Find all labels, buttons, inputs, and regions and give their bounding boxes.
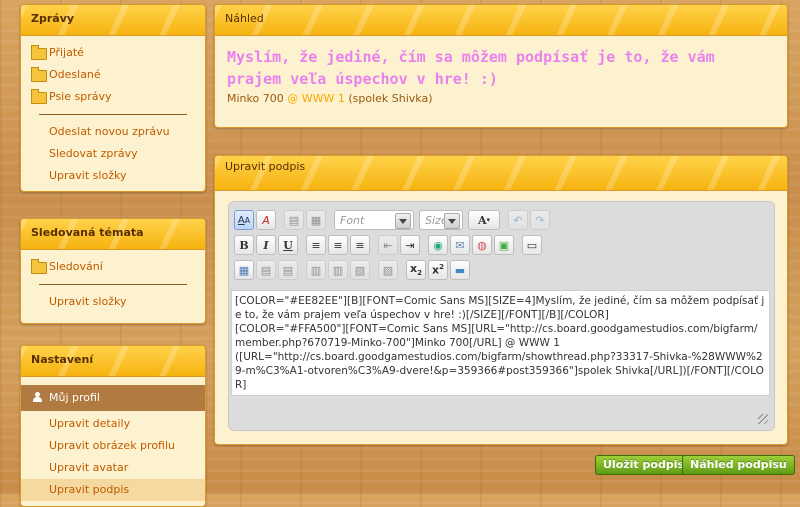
indent-icon[interactable]: ⇥ xyxy=(400,235,420,255)
at-sep: @ xyxy=(283,92,302,105)
edit-signature-link[interactable]: Upravit podpis xyxy=(21,479,205,501)
subscript-icon[interactable]: x2 xyxy=(406,260,426,280)
insert-row-icon[interactable]: ▤ xyxy=(256,260,276,280)
settings-panel: Nastavení Můj profil Upravit detaily Upr… xyxy=(20,345,206,507)
folder-label: Sledování xyxy=(49,260,103,273)
signature-bbcode-textarea[interactable]: [COLOR="#EE82EE"][B][FONT=Comic Sans MS]… xyxy=(231,290,770,396)
my-profile-section[interactable]: Můj profil xyxy=(21,385,205,411)
edit-avatar-link[interactable]: Upravit avatar xyxy=(21,457,205,479)
messages-panel-title: Zprávy xyxy=(21,5,205,36)
delete-row-icon[interactable]: ▤ xyxy=(278,260,298,280)
watched-topics-title: Sledovaná témata xyxy=(21,219,205,250)
unlink-icon[interactable]: ◍ xyxy=(472,235,492,255)
wysiwyg-editor: AA A ▤ ▦ Font Size A ▾ ↶ ↷ B I U ≡ ≡ ≡ ⇤… xyxy=(228,201,775,431)
edit-folders-link[interactable]: Upravit složky xyxy=(21,165,205,187)
world-text: WWW 1 xyxy=(301,92,345,105)
track-messages-link[interactable]: Sledovat zprávy xyxy=(21,143,205,165)
send-new-message-link[interactable]: Odeslat novou zprávu xyxy=(21,121,205,143)
resize-grip-icon[interactable] xyxy=(758,414,768,424)
undo-icon[interactable]: ↶ xyxy=(508,210,528,230)
folder-icon xyxy=(31,67,47,82)
toolbar-row-1: AA A ▤ ▦ Font Size A ▾ ↶ ↷ xyxy=(234,209,558,231)
underline-icon[interactable]: U xyxy=(278,235,298,255)
user-icon xyxy=(33,392,42,402)
image-icon[interactable]: ▣ xyxy=(494,235,514,255)
edit-watched-folders-link[interactable]: Upravit složky xyxy=(21,291,205,313)
watched-menu: Sledování xyxy=(21,250,205,278)
insert-col-icon[interactable]: ▥ xyxy=(306,260,326,280)
redo-icon[interactable]: ↷ xyxy=(530,210,550,230)
folder-sent[interactable]: Odeslané xyxy=(21,64,205,86)
preview-signature-button[interactable]: Náhled podpisu xyxy=(682,455,795,475)
save-signature-button[interactable]: Uložit podpis xyxy=(595,455,693,475)
preview-title: Náhled xyxy=(215,5,787,36)
divider xyxy=(39,284,187,285)
chevron-down-icon xyxy=(444,213,460,229)
folder-watching[interactable]: Sledování xyxy=(21,256,205,278)
chevron-down-icon xyxy=(395,213,411,229)
outdent-icon[interactable]: ⇤ xyxy=(378,235,398,255)
folder-psie[interactable]: Psie správy xyxy=(21,86,205,108)
delete-col-icon[interactable]: ▥ xyxy=(328,260,348,280)
messages-panel: Zprávy Přijaté Odeslané Psie správy Odes… xyxy=(20,4,206,192)
email-icon[interactable]: ✉ xyxy=(450,235,470,255)
preview-panel: Náhled Myslím, že jediné, čím sa môžem p… xyxy=(214,4,788,128)
messages-actions: Odeslat novou zprávu Sledovat zprávy Upr… xyxy=(21,121,205,193)
folder-label: Přijaté xyxy=(49,46,84,59)
folder-label: Odeslané xyxy=(49,68,101,81)
folder-label: Psie správy xyxy=(49,90,112,103)
font-dropdown[interactable]: Font xyxy=(334,210,414,230)
folder-icon xyxy=(31,259,47,274)
preview-author-line: Minko 700 @ WWW 1 (spolek Shivka) xyxy=(227,92,775,105)
guild-link[interactable]: (spolek Shivka) xyxy=(348,92,432,105)
italic-icon[interactable]: I xyxy=(256,235,276,255)
align-right-icon[interactable]: ≡ xyxy=(350,235,370,255)
merge-icon[interactable]: ▧ xyxy=(350,260,370,280)
edit-details-link[interactable]: Upravit detaily xyxy=(21,413,205,435)
split-icon[interactable]: ▨ xyxy=(378,260,398,280)
messages-menu: Přijaté Odeslané Psie správy xyxy=(21,36,205,114)
folder-icon xyxy=(31,89,47,104)
quote-icon[interactable]: ▭ xyxy=(522,235,542,255)
text-color-icon[interactable]: A ▾ xyxy=(468,210,500,230)
folder-icon xyxy=(31,45,47,60)
watched-topics-panel: Sledovaná témata Sledování Upravit složk… xyxy=(20,218,206,324)
edit-profile-picture-link[interactable]: Upravit obrázek profilu xyxy=(21,435,205,457)
signature-preview: Myslím, že jediné, čím sa môžem podpísať… xyxy=(215,36,787,115)
toolbar-row-3: ▦ ▤ ▤ ▥ ▥ ▧ ▨ x2 x2 ▬ xyxy=(234,259,478,281)
paste-icon[interactable]: ▦ xyxy=(306,210,326,230)
folder-inbox[interactable]: Přijaté xyxy=(21,42,205,64)
author-link[interactable]: Minko 700 xyxy=(227,92,284,105)
superscript-icon[interactable]: x2 xyxy=(428,260,448,280)
preview-big-text: Myslím, že jediné, čím sa môžem podpísať… xyxy=(227,48,715,88)
my-profile-label: Můj profil xyxy=(49,391,100,404)
watched-actions: Upravit složky xyxy=(21,291,205,319)
edit-signature-title: Upravit podpis xyxy=(215,156,787,191)
switch-mode-icon[interactable]: AA xyxy=(234,210,254,230)
edit-signature-panel: Upravit podpis AA A ▤ ▦ Font Size A ▾ ↶ ↷… xyxy=(214,155,788,445)
align-left-icon[interactable]: ≡ xyxy=(306,235,326,255)
font-dropdown-value: Font xyxy=(340,213,365,227)
toolbar-row-2: B I U ≡ ≡ ≡ ⇤ ⇥ ◉ ✉ ◍ ▣ ▭ xyxy=(234,234,550,256)
copy-icon[interactable]: ▤ xyxy=(284,210,304,230)
table-icon[interactable]: ▦ xyxy=(234,260,254,280)
size-dropdown[interactable]: Size xyxy=(419,210,463,230)
settings-title: Nastavení xyxy=(21,346,205,377)
divider xyxy=(39,114,187,115)
hr-icon[interactable]: ▬ xyxy=(450,260,470,280)
align-center-icon[interactable]: ≡ xyxy=(328,235,348,255)
settings-actions: Upravit detaily Upravit obrázek profilu … xyxy=(21,411,205,507)
remove-format-icon[interactable]: A xyxy=(256,210,276,230)
bold-icon[interactable]: B xyxy=(234,235,254,255)
link-icon[interactable]: ◉ xyxy=(428,235,448,255)
